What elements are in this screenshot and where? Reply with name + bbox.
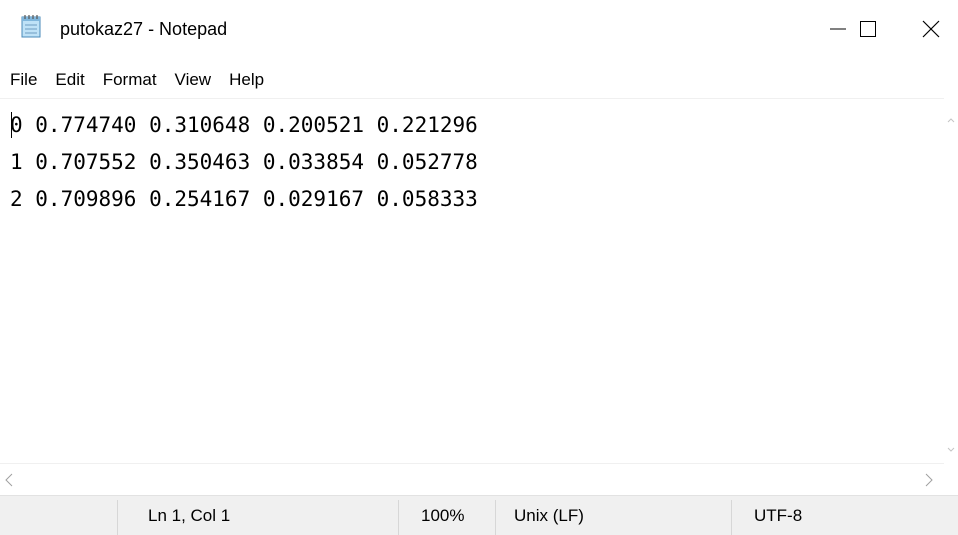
horizontal-scrollbar[interactable] xyxy=(0,463,944,496)
line-ending: Unix (LF) xyxy=(514,506,584,525)
scrollbar-corner xyxy=(944,463,958,495)
maximize-button[interactable] xyxy=(828,0,908,62)
editor-content[interactable]: 0 0.774740 0.310648 0.200521 0.221296 1 … xyxy=(10,107,478,218)
menu-file[interactable]: File xyxy=(0,66,46,94)
scroll-right-arrow-icon[interactable] xyxy=(924,473,934,492)
close-button[interactable] xyxy=(904,0,958,62)
editor-line: 1 0.707552 0.350463 0.033854 0.052778 xyxy=(10,150,478,174)
text-caret xyxy=(11,112,12,138)
encoding: UTF-8 xyxy=(754,506,803,525)
status-divider xyxy=(117,500,118,535)
menu-view[interactable]: View xyxy=(166,66,221,94)
close-icon xyxy=(922,20,940,43)
menu-format[interactable]: Format xyxy=(94,66,166,94)
menu-help[interactable]: Help xyxy=(220,66,273,94)
scroll-down-arrow-icon[interactable] xyxy=(947,440,955,458)
menu-bar: File Edit Format View Help xyxy=(0,62,958,98)
scroll-left-arrow-icon[interactable] xyxy=(4,473,14,492)
menu-edit[interactable]: Edit xyxy=(46,66,93,94)
title-bar[interactable]: putokaz27 - Notepad xyxy=(0,0,958,62)
status-bar: Ln 1, Col 1 100% Unix (LF) UTF-8 xyxy=(0,495,958,535)
zoom-level: 100% xyxy=(421,506,465,525)
maximize-icon xyxy=(860,20,876,42)
status-divider xyxy=(495,500,496,535)
status-divider xyxy=(731,500,732,535)
scroll-up-arrow-icon[interactable] xyxy=(947,110,955,128)
cursor-position: Ln 1, Col 1 xyxy=(148,506,231,525)
text-editor[interactable]: 0 0.774740 0.310648 0.200521 0.221296 1 … xyxy=(0,98,944,464)
status-divider xyxy=(398,500,399,535)
notepad-icon xyxy=(21,14,41,38)
editor-line: 0 0.774740 0.310648 0.200521 0.221296 xyxy=(10,113,478,137)
vertical-scrollbar[interactable] xyxy=(944,98,958,463)
editor-line: 2 0.709896 0.254167 0.029167 0.058333 xyxy=(10,187,478,211)
window-title: putokaz27 - Notepad xyxy=(60,19,228,39)
